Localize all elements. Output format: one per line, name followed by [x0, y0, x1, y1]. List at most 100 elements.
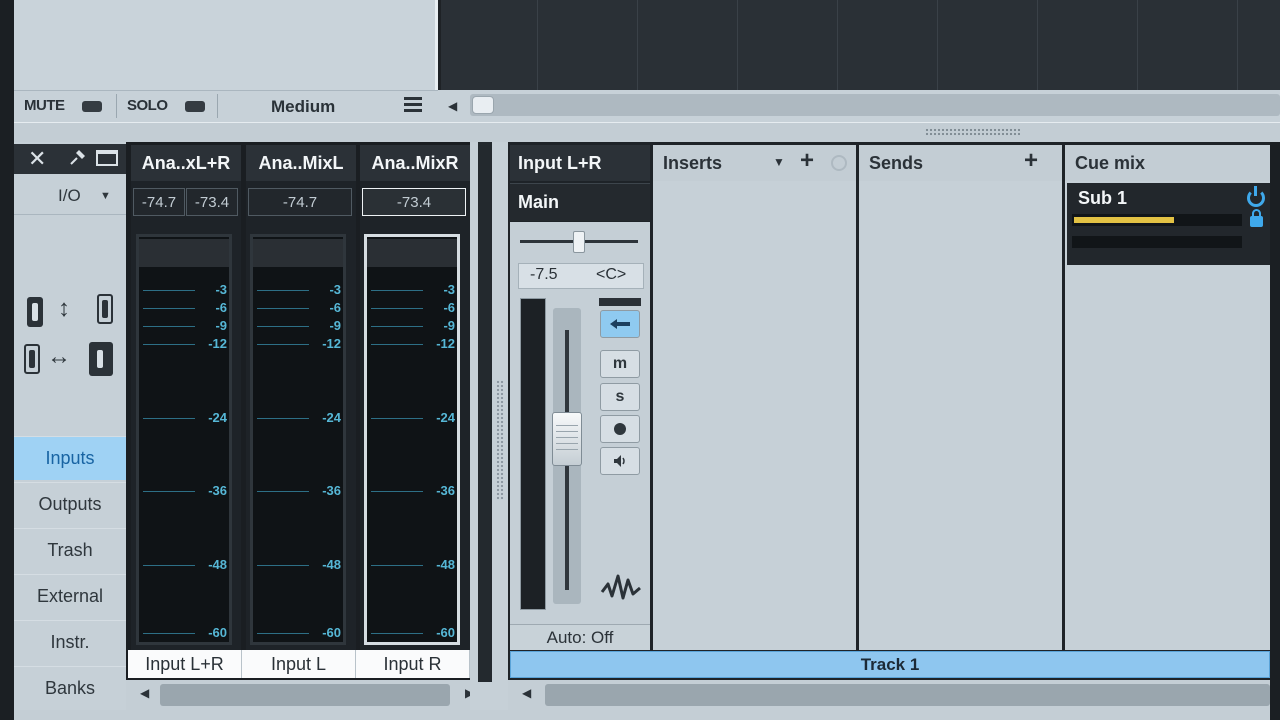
solo-button[interactable]: s: [600, 383, 640, 411]
speaker-icon: [614, 455, 625, 467]
scroll-left-icon[interactable]: ◀: [522, 686, 531, 700]
meter-tick-label: -24: [322, 410, 341, 425]
mute-all-label[interactable]: MUTE: [24, 97, 65, 115]
meter-tick-label: -6: [329, 300, 341, 315]
pan-value[interactable]: <C>: [596, 266, 626, 284]
arrow-left-icon: [610, 319, 630, 329]
power-icon[interactable]: [831, 155, 847, 171]
window-edge: [0, 0, 14, 720]
sidebar-item-outputs[interactable]: Outputs: [14, 482, 126, 526]
lock-icon[interactable]: [1250, 209, 1263, 227]
solo-all-led[interactable]: [185, 101, 205, 112]
track-name-bar[interactable]: Track 1: [510, 651, 1270, 678]
wide-width-icon[interactable]: [89, 342, 113, 376]
monitor-input-button[interactable]: [600, 447, 640, 475]
scroll-track[interactable]: [470, 94, 1280, 116]
channel-name[interactable]: Input R: [356, 650, 470, 678]
sidebar-item-trash[interactable]: Trash: [14, 528, 126, 572]
sidebar-item-banks[interactable]: Banks: [14, 666, 126, 710]
meter-tick-line: [371, 633, 423, 634]
meter-tick-line: [371, 344, 423, 345]
panel-divider[interactable]: [14, 122, 1280, 142]
meter-tick-label: -60: [208, 625, 227, 640]
channel-header[interactable]: Ana..MixR: [360, 145, 470, 181]
divider: [116, 94, 117, 118]
channel-name[interactable]: Input L+R: [128, 650, 242, 678]
meter-tick-label: -3: [329, 282, 341, 297]
resize-grip-icon[interactable]: [496, 380, 504, 500]
mute-button[interactable]: m: [600, 350, 640, 378]
scroll-thumb[interactable]: [160, 684, 450, 706]
solo-all-label[interactable]: SOLO: [127, 97, 168, 115]
arrange-track-header-area: [14, 0, 438, 90]
inserts-list[interactable]: [653, 181, 856, 650]
close-icon[interactable]: ✕: [28, 146, 46, 172]
meter-tick-line: [143, 344, 195, 345]
divider: [242, 145, 245, 650]
channel-level-meter: [520, 298, 546, 610]
scroll-left-icon[interactable]: ◀: [448, 99, 457, 113]
peak-level: -74.7: [248, 188, 352, 216]
meter-tick-line: [371, 418, 423, 419]
scroll-thumb[interactable]: [472, 96, 494, 114]
output-routing[interactable]: Main: [510, 183, 650, 221]
grid-line: [1237, 0, 1238, 90]
cue-mix-label: Cue mix: [1075, 152, 1146, 173]
scroll-left-icon[interactable]: ◀: [140, 686, 149, 700]
chevron-down-icon[interactable]: ▼: [100, 190, 111, 202]
meter-tick-line: [257, 290, 309, 291]
sends-list[interactable]: [859, 181, 1062, 650]
volume-fader-handle[interactable]: [552, 412, 582, 466]
window-edge: [1270, 142, 1280, 720]
add-send-icon[interactable]: +: [1024, 147, 1038, 175]
meter-tick-label: -48: [322, 557, 341, 572]
record-button[interactable]: [600, 415, 640, 443]
track-size-dropdown[interactable]: Medium: [271, 97, 335, 116]
channel-header[interactable]: Ana..MixL: [246, 145, 356, 181]
arrange-timeline[interactable]: [441, 0, 1280, 90]
grid-line: [537, 0, 538, 90]
horizontal-resize-icon[interactable]: ↔: [47, 343, 71, 371]
meter-tick-line: [257, 344, 309, 345]
grid-line: [937, 0, 938, 90]
sidebar-item-external[interactable]: External: [14, 574, 126, 618]
menu-icon[interactable]: [404, 97, 422, 113]
small-width-icon[interactable]: [24, 344, 40, 374]
cue-pan-slider[interactable]: [1072, 236, 1242, 248]
io-toggle[interactable]: I/O: [58, 186, 81, 206]
volume-value[interactable]: -7.5: [530, 266, 558, 284]
scroll-thumb[interactable]: [545, 684, 1270, 706]
meter-tick-line: [371, 326, 423, 327]
cue-level-slider[interactable]: [1072, 214, 1242, 226]
power-icon[interactable]: [1247, 186, 1265, 207]
meter-tick-line: [143, 308, 195, 309]
mute-all-led[interactable]: [82, 101, 102, 112]
monitor-button[interactable]: [600, 310, 640, 338]
window-icon[interactable]: [96, 150, 118, 166]
add-insert-icon[interactable]: +: [800, 147, 814, 175]
meter-tick-label: -9: [215, 318, 227, 333]
tall-strip-icon[interactable]: [97, 294, 113, 324]
peak-level: -73.4: [362, 188, 466, 216]
channel-header[interactable]: Ana..xL+R: [131, 145, 241, 181]
vertical-resize-icon[interactable]: ↕: [58, 295, 70, 323]
pan-knob[interactable]: [573, 231, 585, 253]
sidebar-item-instruments[interactable]: Instr.: [14, 620, 126, 664]
channel-name[interactable]: Input L: [242, 650, 356, 678]
meter-clip-indicator: [367, 239, 457, 267]
meter-tick-label: -9: [443, 318, 455, 333]
automation-mode[interactable]: Auto: Off: [510, 624, 650, 650]
meter-tick-line: [143, 418, 195, 419]
meter-tick-line: [371, 308, 423, 309]
peak-level-right: -73.4: [186, 188, 238, 216]
meter-tick-line: [371, 290, 423, 291]
chevron-down-icon[interactable]: ▼: [773, 155, 785, 169]
pin-icon[interactable]: [68, 147, 88, 167]
selected-channel-name[interactable]: Input L+R: [510, 145, 650, 181]
waveform-icon[interactable]: [600, 570, 642, 604]
meter-tick-label: -6: [215, 300, 227, 315]
sidebar-item-inputs[interactable]: Inputs: [14, 436, 126, 480]
resize-grip-icon[interactable]: [925, 128, 1020, 136]
narrow-strip-icon[interactable]: [27, 297, 43, 327]
meter-tick-label: -3: [215, 282, 227, 297]
